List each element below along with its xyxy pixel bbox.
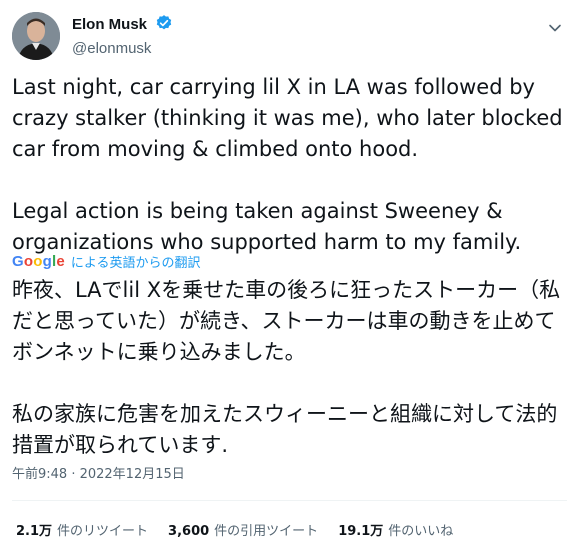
display-name[interactable]: Elon Musk <box>72 16 147 33</box>
translation-label: による英語からの翻訳 <box>70 255 201 271</box>
avatar[interactable] <box>12 12 60 60</box>
translation-attribution[interactable]: Google による英語からの翻訳 <box>12 250 201 272</box>
tweet-text: Last night, car carrying lil X in LA was… <box>12 75 563 254</box>
likes-count: 19.1万 <box>338 524 384 539</box>
tweet-header: Elon Musk @elonmusk <box>12 12 567 60</box>
profile-photo <box>12 12 60 60</box>
engagement-stats: 2.1万 件のリツイート 3,600 件の引用ツイート 19.1万 件のいいね <box>16 520 473 539</box>
divider <box>12 500 567 501</box>
likes-stat[interactable]: 19.1万 件のいいね <box>338 520 453 539</box>
timestamp[interactable]: 午前9:48 · 2022年12月15日 <box>12 463 185 482</box>
quotes-stat[interactable]: 3,600 件の引用ツイート <box>168 520 318 539</box>
author-info: Elon Musk @elonmusk <box>72 14 173 57</box>
quotes-label: 件の引用ツイート <box>214 524 319 539</box>
retweets-label: 件のリツイート <box>57 524 149 539</box>
google-logo: Google <box>12 252 65 270</box>
quotes-count: 3,600 <box>168 524 210 539</box>
verified-badge-icon <box>155 14 173 36</box>
retweets-count: 2.1万 <box>16 524 53 539</box>
handle[interactable]: @elonmusk <box>72 40 173 57</box>
more-caret-icon[interactable] <box>545 18 565 38</box>
likes-label: 件のいいね <box>388 524 454 539</box>
translated-text: 昨夜、LAでlil Xを乗せた車の後ろに狂ったストーカー（私だと思っていた）が続… <box>12 278 561 457</box>
retweets-stat[interactable]: 2.1万 件のリツイート <box>16 520 148 539</box>
